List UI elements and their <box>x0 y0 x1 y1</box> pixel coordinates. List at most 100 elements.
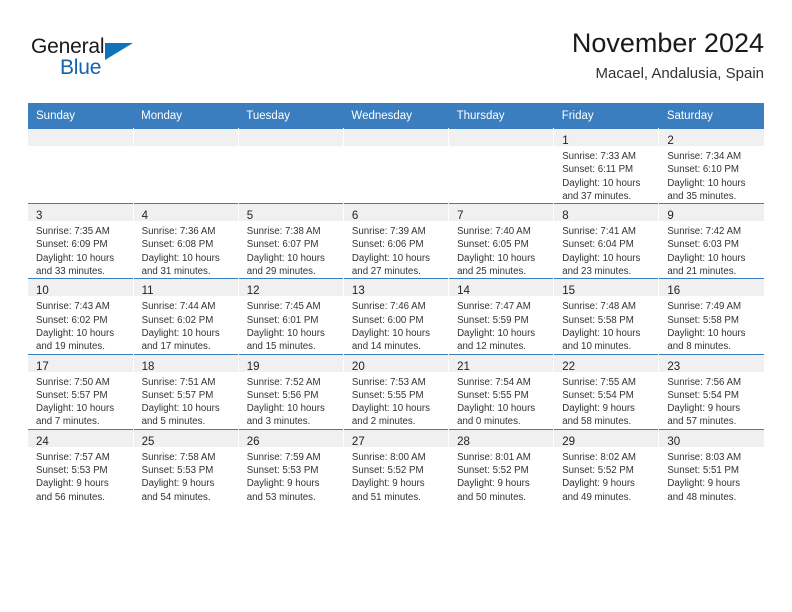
daylight-text-line2: and 21 minutes. <box>667 266 737 278</box>
daylight-text-line1: Daylight: 9 hours <box>562 403 635 415</box>
sunset-text: Sunset: 6:10 PM <box>667 164 739 176</box>
daylight-text-line1: Daylight: 10 hours <box>141 327 220 339</box>
calendar-day-cell[interactable]: 24 Sunrise: 7:57 AM Sunset: 5:53 PM Dayligh… <box>28 428 134 504</box>
daylight-text-line1: Daylight: 9 hours <box>36 478 109 490</box>
calendar-day-cell[interactable]: 9 Sunrise: 7:42 AM Sunset: 6:03 PM Daylight… <box>658 203 764 279</box>
daylight-text-line1: Daylight: 10 hours <box>667 177 746 189</box>
day-number: 19 <box>246 360 260 373</box>
day-number-band: 23 <box>659 354 764 373</box>
daylight-text-line1: Daylight: 10 hours <box>351 252 431 264</box>
calendar-day-cell[interactable]: 29 Sunrise: 8:02 AM Sunset: 5:52 PM Dayligh… <box>553 428 660 504</box>
weekday-header-wednesday: Wednesday <box>343 103 449 129</box>
sunset-text: Sunset: 5:54 PM <box>562 389 634 401</box>
calendar-day-cell[interactable]: 19 Sunrise: 7:52 AM Sunset: 5:56 PM Dayligh… <box>238 353 344 430</box>
sunrise-text: Sunrise: 7:33 AM <box>562 151 636 162</box>
daylight-text-line2: and 8 minutes. <box>667 341 731 353</box>
day-details: Sunrise: 7:42 AM Sunset: 6:03 PM Daylight:… <box>659 221 764 278</box>
calendar-day-cell[interactable]: 22 Sunrise: 7:55 AM Sunset: 5:54 PM Dayligh… <box>553 353 660 430</box>
calendar-day-cell[interactable]: 18 Sunrise: 7:51 AM Sunset: 5:57 PM Dayligh… <box>133 353 239 430</box>
calendar-day-cell[interactable]: 15 Sunrise: 7:48 AM Sunset: 5:58 PM Dayligh… <box>553 278 660 355</box>
sunset-text: Sunset: 6:03 PM <box>667 239 739 251</box>
day-number: 28 <box>457 435 470 448</box>
calendar-day-cell[interactable]: 8 Sunrise: 7:41 AM Sunset: 6:04 PM Daylight… <box>553 203 660 279</box>
day-number: 11 <box>141 285 154 298</box>
day-number: 22 <box>562 360 575 373</box>
calendar-day-cell[interactable]: 17 Sunrise: 7:50 AM Sunset: 5:57 PM Dayligh… <box>28 353 134 430</box>
calendar-day-cell[interactable]: 23 Sunrise: 7:56 AM Sunset: 5:54 PM Dayligh… <box>658 353 764 430</box>
calendar-day-cell[interactable]: 6 Sunrise: 7:39 AM Sunset: 6:06 PM Daylight… <box>343 203 450 279</box>
daylight-text-line2: and 2 minutes. <box>351 416 416 428</box>
calendar-day-cell[interactable]: 11 Sunrise: 7:44 AM Sunset: 6:02 PM Dayligh… <box>133 278 239 355</box>
weekday-header-sunday: Sunday <box>28 103 134 129</box>
page-header: General Blue November 2024 Macael, Andal… <box>28 28 764 96</box>
day-details: Sunrise: 7:51 AM Sunset: 5:57 PM Daylight:… <box>134 372 238 429</box>
daylight-text-line2: and 31 minutes. <box>141 266 211 278</box>
calendar-day-cell[interactable]: 1 Sunrise: 7:33 AM Sunset: 6:11 PM Daylight… <box>553 127 660 204</box>
day-number-band <box>343 129 449 146</box>
daylight-text-line2: and 51 minutes. <box>351 491 421 503</box>
sunrise-text: Sunrise: 7:38 AM <box>246 226 321 238</box>
calendar-day-cell[interactable]: 13 Sunrise: 7:46 AM Sunset: 6:00 PM Dayligh… <box>343 278 450 355</box>
calendar-day-cell[interactable]: 25 Sunrise: 7:58 AM Sunset: 5:53 PM Dayligh… <box>133 428 239 504</box>
logo-text-blue: Blue <box>60 56 102 79</box>
daylight-text-line1: Daylight: 10 hours <box>457 327 536 339</box>
calendar-day-cell[interactable]: 4 Sunrise: 7:36 AM Sunset: 6:08 PM Daylight… <box>133 203 239 279</box>
day-number: 18 <box>141 360 155 373</box>
day-number-band: 18 <box>133 354 238 373</box>
day-number-band: 29 <box>554 429 659 448</box>
sunrise-text: Sunrise: 8:03 AM <box>667 451 742 463</box>
sunset-text: Sunset: 5:54 PM <box>667 389 739 401</box>
sunrise-text: Sunrise: 7:50 AM <box>36 376 110 388</box>
day-number: 14 <box>457 285 470 298</box>
sunset-text: Sunset: 5:55 PM <box>351 389 424 401</box>
day-number: 6 <box>351 210 359 223</box>
calendar-day-cell[interactable]: 30 Sunrise: 8:03 AM Sunset: 5:51 PM Dayligh… <box>658 428 764 504</box>
calendar-day-cell[interactable]: 16 Sunrise: 7:49 AM Sunset: 5:58 PM Dayligh… <box>658 278 764 355</box>
general-blue-logo[interactable]: General Blue <box>31 36 161 88</box>
day-number: 12 <box>246 285 260 298</box>
calendar-day-cell[interactable]: 12 Sunrise: 7:45 AM Sunset: 6:01 PM Dayligh… <box>238 278 344 355</box>
daylight-text-line2: and 23 minutes. <box>562 266 632 278</box>
day-details: Sunrise: 7:53 AM Sunset: 5:55 PM Daylight:… <box>344 372 448 429</box>
day-details: Sunrise: 8:03 AM Sunset: 5:51 PM Daylight:… <box>659 447 764 504</box>
daylight-text-line1: Daylight: 10 hours <box>562 177 641 189</box>
calendar-day-cell[interactable]: 5 Sunrise: 7:38 AM Sunset: 6:07 PM Daylight… <box>238 203 344 279</box>
day-details: Sunrise: 7:50 AM Sunset: 5:57 PM Daylight:… <box>28 372 133 429</box>
daylight-text-line1: Daylight: 10 hours <box>562 327 641 339</box>
day-details: Sunrise: 7:35 AM Sunset: 6:09 PM Daylight:… <box>28 221 133 278</box>
daylight-text-line2: and 49 minutes. <box>562 491 632 503</box>
sunrise-text: Sunrise: 8:02 AM <box>562 451 636 463</box>
day-number-band: 19 <box>238 354 343 373</box>
calendar-day-cell[interactable]: 21 Sunrise: 7:54 AM Sunset: 5:55 PM Dayligh… <box>448 353 555 430</box>
calendar-day-cell[interactable]: 10 Sunrise: 7:43 AM Sunset: 6:02 PM Dayligh… <box>28 278 134 355</box>
daylight-text-line2: and 0 minutes. <box>457 416 521 428</box>
daylight-text-line2: and 14 minutes. <box>351 341 421 353</box>
calendar-day-cell[interactable]: 26 Sunrise: 7:59 AM Sunset: 5:53 PM Dayligh… <box>238 428 344 504</box>
calendar-day-cell[interactable]: 27 Sunrise: 8:00 AM Sunset: 5:52 PM Dayligh… <box>343 428 450 504</box>
sunrise-text: Sunrise: 7:51 AM <box>141 376 216 388</box>
sunrise-text: Sunrise: 7:57 AM <box>36 451 110 463</box>
day-details: Sunrise: 7:48 AM Sunset: 5:58 PM Daylight:… <box>554 296 658 353</box>
day-number: 21 <box>457 360 470 373</box>
calendar-day-cell[interactable]: 2 Sunrise: 7:34 AM Sunset: 6:10 PM Daylight… <box>658 127 764 204</box>
calendar-day-cell[interactable]: 7 Sunrise: 7:40 AM Sunset: 6:05 PM Daylight… <box>448 203 555 279</box>
day-number: 17 <box>36 360 49 373</box>
weekday-header-tuesday: Tuesday <box>238 103 344 129</box>
calendar-day-cell[interactable]: 20 Sunrise: 7:53 AM Sunset: 5:55 PM Dayligh… <box>343 353 450 430</box>
sunrise-text: Sunrise: 7:59 AM <box>246 451 321 463</box>
calendar-day-cell-empty <box>28 127 134 204</box>
calendar-day-cell[interactable]: 14 Sunrise: 7:47 AM Sunset: 5:59 PM Dayligh… <box>448 278 555 355</box>
sunrise-text: Sunrise: 7:54 AM <box>457 376 531 388</box>
daylight-text-line1: Daylight: 9 hours <box>667 478 741 490</box>
calendar-day-cell-empty <box>343 127 450 204</box>
daylight-text-line1: Daylight: 10 hours <box>246 403 325 415</box>
day-number: 10 <box>36 285 49 298</box>
day-number-band: 15 <box>554 279 659 297</box>
calendar-day-cell[interactable]: 3 Sunrise: 7:35 AM Sunset: 6:09 PM Daylight… <box>28 203 134 279</box>
day-number: 5 <box>246 210 254 223</box>
day-number: 9 <box>667 210 674 223</box>
calendar-day-cell[interactable]: 28 Sunrise: 8:01 AM Sunset: 5:52 PM Dayligh… <box>448 428 555 504</box>
sunrise-text: Sunrise: 7:55 AM <box>562 376 636 388</box>
day-number: 20 <box>351 360 365 373</box>
day-number-band: 13 <box>343 279 449 297</box>
